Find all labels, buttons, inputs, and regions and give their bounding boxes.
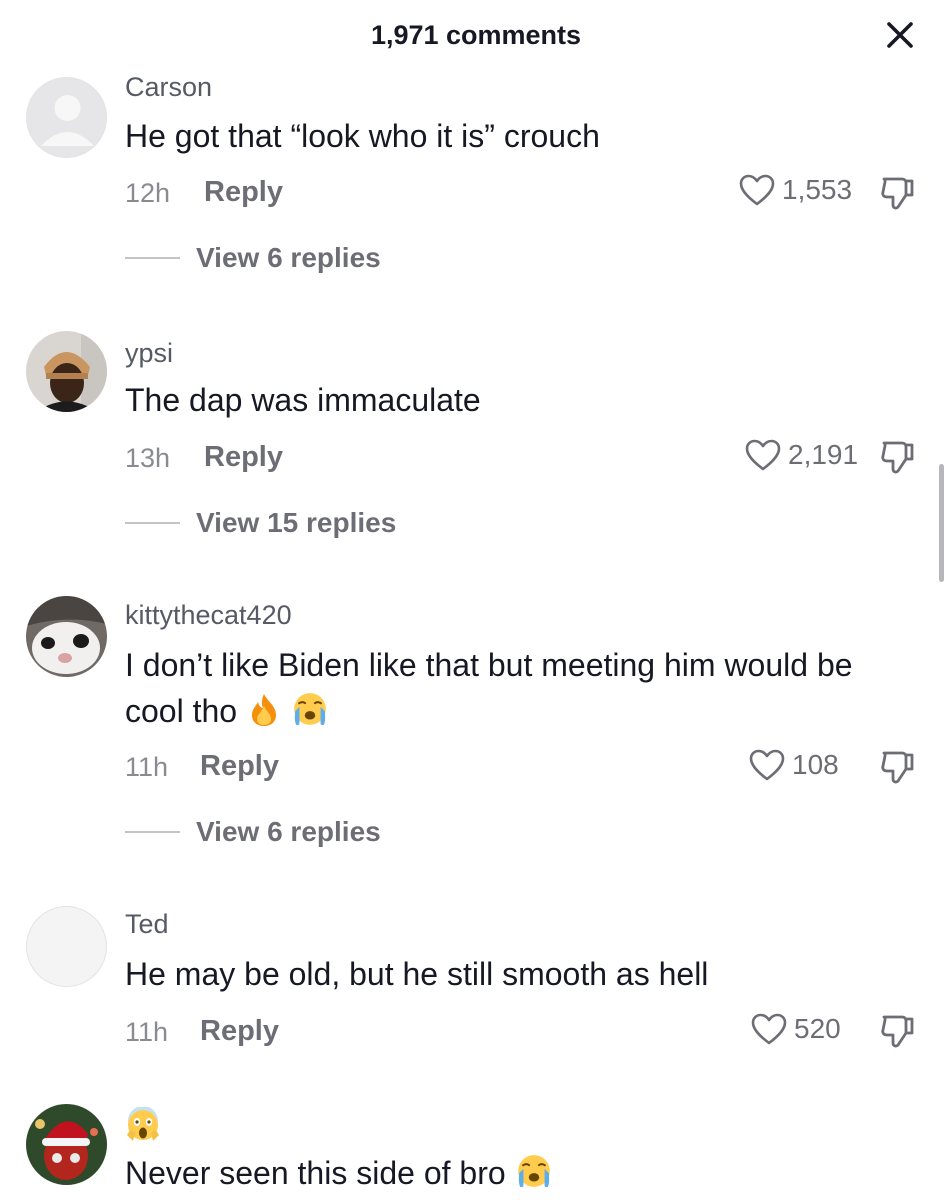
comment-text: Never seen this side of bro bbox=[125, 1150, 915, 1200]
comments-count-title: 1,971 comments bbox=[370, 20, 582, 50]
like-button[interactable]: 2,191 bbox=[744, 438, 858, 472]
view-replies-button[interactable]: View 6 replies bbox=[125, 816, 381, 848]
avatar-default[interactable] bbox=[26, 906, 107, 987]
reply-button[interactable]: Reply bbox=[204, 176, 283, 209]
comment-time: 11h bbox=[125, 1017, 169, 1047]
like-count: 2,191 bbox=[788, 439, 859, 470]
santa-hat-photo-icon bbox=[26, 1104, 107, 1185]
comment-text: He got that “look who it is” crouch bbox=[125, 118, 600, 154]
thumbs-down-icon bbox=[881, 177, 914, 210]
reply-button[interactable]: Reply bbox=[200, 750, 279, 783]
avatar-default[interactable] bbox=[26, 77, 107, 158]
comment-username[interactable]: Ted bbox=[125, 909, 169, 940]
comment-text-body: Never seen this side of bro bbox=[125, 1155, 506, 1191]
cat-photo-icon bbox=[26, 596, 107, 677]
comment-text: I don’t like Biden like that but meeting… bbox=[125, 642, 915, 740]
close-button[interactable] bbox=[880, 15, 920, 55]
divider-line bbox=[125, 257, 180, 259]
close-icon bbox=[887, 22, 913, 48]
dislike-button[interactable] bbox=[878, 747, 918, 787]
loudly-crying-emoji bbox=[291, 690, 329, 740]
comment-time: 12h bbox=[125, 178, 171, 208]
like-button[interactable]: 520 bbox=[750, 1012, 841, 1046]
comment-text: The dap was immaculate bbox=[125, 382, 481, 418]
avatar-photo[interactable] bbox=[26, 596, 107, 677]
comment-username[interactable]: ypsi bbox=[125, 338, 173, 369]
view-replies-label: View 6 replies bbox=[196, 816, 381, 847]
loudly-crying-emoji bbox=[515, 1152, 553, 1200]
comment-time: 13h bbox=[125, 443, 171, 473]
view-replies-label: View 6 replies bbox=[196, 242, 381, 273]
like-count: 520 bbox=[794, 1013, 841, 1044]
reply-button[interactable]: Reply bbox=[200, 1015, 279, 1048]
face-screaming-in-fear-emoji bbox=[125, 1106, 161, 1148]
dislike-button[interactable] bbox=[878, 1011, 918, 1051]
comments-header: 1,971 comments bbox=[0, 0, 952, 70]
heart-icon bbox=[751, 1013, 787, 1045]
avatar-photo[interactable] bbox=[26, 331, 107, 412]
like-count: 108 bbox=[792, 749, 839, 780]
comment-text: He may be old, but he still smooth as he… bbox=[125, 956, 709, 992]
avatar-photo[interactable] bbox=[26, 1104, 107, 1185]
default-user-icon bbox=[41, 95, 94, 146]
heart-icon bbox=[749, 749, 785, 781]
heart-icon bbox=[739, 174, 775, 206]
reply-button[interactable]: Reply bbox=[204, 441, 283, 474]
divider-line bbox=[125, 522, 180, 524]
comment-username[interactable]: Carson bbox=[125, 72, 212, 103]
thumbs-down-icon bbox=[881, 441, 914, 474]
view-replies-label: View 15 replies bbox=[196, 507, 397, 538]
fire-emoji bbox=[246, 692, 282, 740]
comment-username[interactable]: kittythecat420 bbox=[125, 600, 292, 631]
scrollbar[interactable] bbox=[939, 464, 944, 582]
comments-list: Carson He got that “look who it is” crou… bbox=[0, 0, 952, 1200]
comment-time: 11h bbox=[125, 752, 169, 782]
like-count: 1,553 bbox=[782, 174, 853, 205]
like-button[interactable]: 1,553 bbox=[738, 173, 852, 207]
divider-line bbox=[125, 831, 180, 833]
dislike-button[interactable] bbox=[878, 173, 918, 213]
thumbs-down-icon bbox=[881, 1015, 914, 1048]
view-replies-button[interactable]: View 15 replies bbox=[125, 507, 396, 539]
heart-icon bbox=[745, 439, 781, 471]
comment-text-body: I don’t like Biden like that but meeting… bbox=[125, 647, 853, 729]
thumbs-down-icon bbox=[881, 751, 914, 784]
like-button[interactable]: 108 bbox=[748, 748, 839, 782]
dislike-button[interactable] bbox=[878, 437, 918, 477]
view-replies-button[interactable]: View 6 replies bbox=[125, 242, 381, 274]
user-photo-icon bbox=[26, 331, 107, 412]
